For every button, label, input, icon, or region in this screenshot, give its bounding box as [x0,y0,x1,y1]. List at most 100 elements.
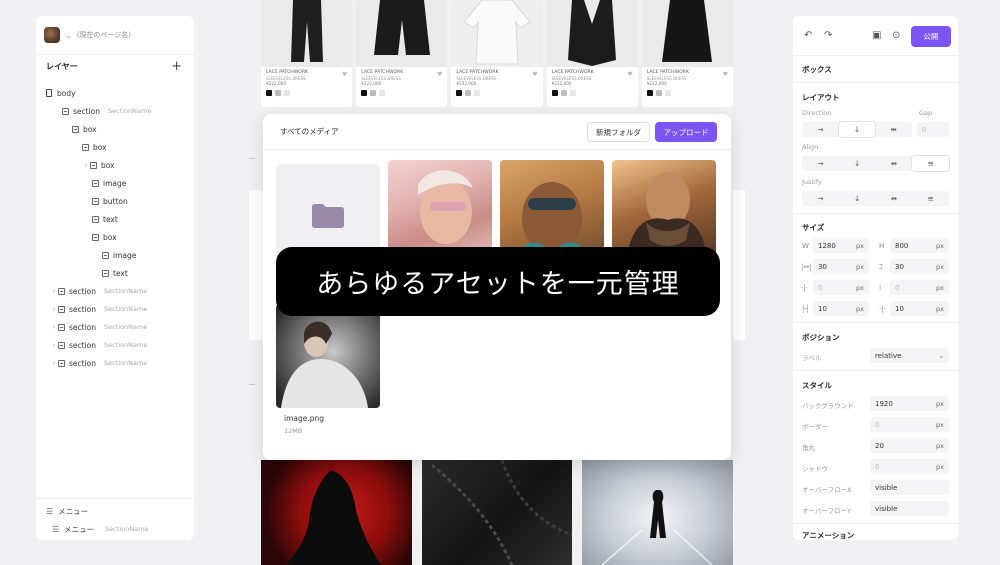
layer-node[interactable]: button [92,194,128,208]
layer-node[interactable]: text [92,212,118,226]
layer-node[interactable]: image [92,176,126,190]
align-center-icon[interactable]: ≡ [912,191,949,206]
arrow-down-icon[interactable]: ↓ [838,122,876,137]
unit-label: px [936,262,944,271]
menu-item-label: メニュー [64,524,95,534]
background-field[interactable]: 1920 px [870,396,949,411]
layer-node[interactable]: text [102,266,128,280]
layer-node[interactable]: › section SectionName [50,302,148,316]
heart-icon[interactable]: ♥ [437,71,442,78]
canvas-section [733,190,745,340]
arrow-down-icon[interactable]: ↓ [839,191,876,206]
overflow-y-field[interactable]: visible [870,501,949,516]
chevron-right-icon[interactable]: › [50,360,58,367]
radius-field[interactable]: 20 px [870,438,949,453]
min-width-field[interactable]: 10 px [813,301,869,316]
min-height-field[interactable]: 10 px [890,301,949,316]
add-layer-icon[interactable]: + [171,59,182,74]
layer-node[interactable]: image [102,248,136,262]
redo-icon[interactable]: ↷ [824,30,832,41]
space-between-icon[interactable]: ⇹ [876,191,913,206]
canvas-image[interactable] [261,460,412,565]
canvas-image[interactable] [421,460,573,565]
undo-icon[interactable]: ↶ [804,30,812,41]
menu-item[interactable]: ☰ メニュー SectionName [36,520,194,538]
chevron-right-icon[interactable]: › [50,306,58,313]
arrow-right-icon[interactable]: → [802,156,839,171]
layer-node[interactable]: › section SectionName [50,338,148,352]
padding-x-value: 30 [818,262,827,271]
publish-button[interactable]: 公開 [911,26,951,47]
shadow-field[interactable]: 0 px [870,459,949,474]
position-select[interactable]: relative ⌄ [870,348,949,363]
margin-y-field[interactable]: 0 px [890,280,949,295]
margin-x-icon: ·|· [801,284,808,292]
arrow-down-icon[interactable]: ↓ [839,156,876,171]
product-row: LACE PATCHWORK SLEEVELESS DRESS ¥222,000… [261,0,734,107]
product-card[interactable]: LACE PATCHWORK SLEEVELESS DRESS ¥222,000… [451,0,543,107]
layer-node[interactable]: › section SectionName [50,284,148,298]
heart-icon[interactable]: ♥ [342,71,347,78]
overflow-x-value: visible [875,483,898,492]
layer-node[interactable]: › section SectionName [50,356,148,370]
chevron-right-icon[interactable]: › [50,342,58,349]
position-label: ラベル [802,354,822,362]
layer-label: section [73,106,101,116]
new-folder-button[interactable]: 新規フォルダ [587,122,650,142]
align-center-icon[interactable]: ≡ [912,156,949,171]
layer-label: box [93,142,107,152]
divider [793,370,958,371]
padding-y-field[interactable]: 30 px [890,259,949,274]
layer-node[interactable]: box [82,140,107,154]
layer-node[interactable]: box [92,230,117,244]
animation-section-title: アニメーション [802,531,855,540]
heart-icon[interactable]: ♥ [627,71,632,78]
canvas-image[interactable] [582,460,734,565]
color-swatches [456,89,537,96]
media-thumbnail[interactable] [276,304,380,408]
border-field[interactable]: 0 px [870,417,949,432]
product-card[interactable]: LACE PATCHWORK SLEEVELESS DRESS ¥222,000… [641,0,734,107]
product-card[interactable]: LACE PATCHWORK SLEEVELESS DRESS ¥222,000… [546,0,638,107]
box-section-title: ボックス [802,65,832,74]
align-control[interactable]: → ↓ ⇹ ≡ [802,156,949,171]
product-card[interactable]: LACE PATCHWORK SLEEVELESS DRESS ¥222,000… [356,0,448,107]
padding-x-field[interactable]: 30 px [813,259,869,274]
arrow-right-icon[interactable]: → [802,122,839,137]
heart-icon[interactable]: ♥ [532,71,537,78]
justify-control[interactable]: → ↓ ⇹ ≡ [802,191,949,206]
space-between-icon[interactable]: ⇹ [876,156,913,171]
preview-icon[interactable]: ⊙ [892,30,900,41]
layer-label: button [103,196,128,206]
chevron-right-icon[interactable]: › [82,162,90,169]
layer-icon [92,197,99,205]
page-selector[interactable]: ⌄ (現在のページ名) [36,16,194,54]
layer-node[interactable]: › section SectionName [50,320,148,334]
layer-node[interactable]: section SectionName [62,104,151,118]
unit-label: px [856,304,864,313]
heart-icon[interactable]: ♥ [723,71,728,78]
layer-node-body[interactable]: body [46,86,76,100]
position-section-title: ポジション [802,333,840,342]
arrow-right-icon[interactable]: → [802,191,839,206]
upload-button[interactable]: アップロード [655,122,717,142]
gap-field[interactable]: 0 [917,122,949,137]
direction-label: Direction [802,109,832,117]
height-field[interactable]: 800 px [890,238,949,253]
width-field[interactable]: 1280 px [813,238,869,253]
overflow-x-field[interactable]: visible [870,480,949,495]
menu-header[interactable]: ☰ メニュー [36,502,194,520]
margin-x-field[interactable]: 0 px [813,280,869,295]
layer-sublabel: SectionName [104,287,148,295]
shadow-label: シャドウ [802,465,828,473]
direction-control[interactable]: → ↓ ⇹ [802,122,912,137]
save-icon[interactable]: ▣ [872,30,881,41]
layer-node[interactable]: › box [82,158,115,172]
wrap-icon[interactable]: ⇹ [875,122,912,137]
color-swatches [551,89,633,96]
chevron-right-icon[interactable]: › [50,324,58,331]
layer-node[interactable]: box [72,122,97,136]
chevron-right-icon[interactable]: › [50,288,58,295]
product-card[interactable]: LACE PATCHWORK SLEEVELESS DRESS ¥222,000… [261,0,353,107]
padding-x-icon: |↔| [801,263,812,271]
